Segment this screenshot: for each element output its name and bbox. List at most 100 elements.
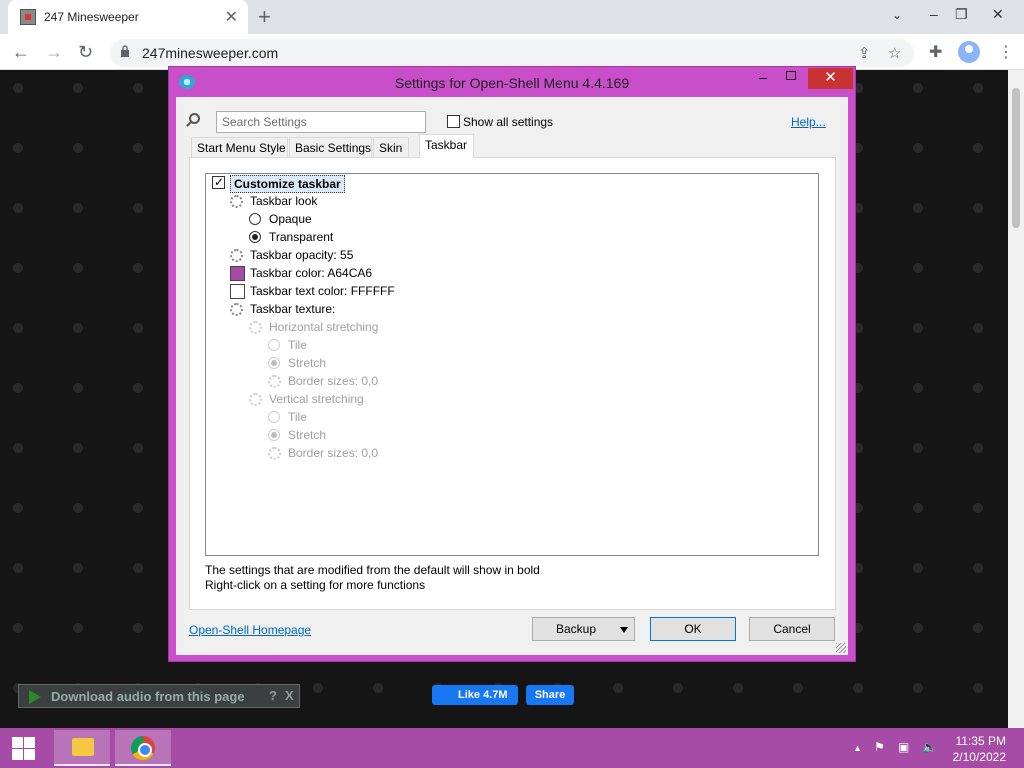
gear-icon [230,249,243,262]
clock-time: 11:35 PM [955,734,1006,748]
volume-muted-icon[interactable]: 🔈 [922,740,937,754]
horizontal-stretching-label: Horizontal stretching [269,320,379,334]
download-help-icon[interactable]: ? [269,688,277,703]
customize-taskbar-label: Customize taskbar [230,175,345,193]
window-minimize-icon[interactable]: – [930,6,938,22]
dialog-close-icon[interactable]: ✕ [808,68,853,89]
taskbar-color-swatch[interactable] [230,266,245,281]
windows-logo-icon [24,737,35,748]
windows-logo-icon [24,749,35,760]
window-restore-icon[interactable]: ❐ [955,6,968,23]
vertical-stretch-radio[interactable] [268,429,280,441]
vertical-border-sizes-label: Border sizes: 0,0 [288,446,379,460]
dropdown-arrow-icon [620,627,628,633]
horizontal-tile-radio[interactable] [268,339,280,351]
browser-toolbar: ← → ↻ 247minesweeper.com ⇪ ☆ ✚ ⋮ [0,34,1024,70]
back-arrow-icon[interactable]: ← [12,42,30,63]
taskbar-settings-panel: Customize taskbar Taskbar look Opaque Tr… [189,157,836,610]
bookmark-star-icon[interactable]: ☆ [888,44,901,62]
facebook-like-button[interactable]: Like 4.7M [432,685,518,705]
cancel-button[interactable]: Cancel [749,617,835,641]
tab-taskbar[interactable]: Taskbar [419,134,474,158]
settings-tree[interactable]: Customize taskbar Taskbar look Opaque Tr… [205,173,819,556]
transparent-radio[interactable] [249,231,261,243]
forward-arrow-icon[interactable]: → [45,42,63,63]
vertical-stretching-label: Vertical stretching [269,392,364,406]
network-icon[interactable]: ▣ [898,740,909,754]
taskbar-opacity-label: Taskbar opacity: 55 [250,248,354,262]
gear-icon [230,195,243,208]
taskbar-clock[interactable]: 11:35 PM 2/10/2022 [948,733,1006,765]
chrome-taskbar-button[interactable] [115,730,171,766]
address-bar[interactable]: 247minesweeper.com ⇪ ☆ [110,39,914,67]
vertical-stretch-label: Stretch [288,428,327,442]
customize-taskbar-checkbox[interactable] [212,174,225,190]
reload-icon[interactable]: ↻ [78,42,93,63]
taskbar-text-color-label: Taskbar text color: FFFFFF [250,284,395,298]
download-close-icon[interactable]: X [285,688,294,703]
horizontal-stretch-radio[interactable] [268,357,280,369]
backup-button[interactable]: Backup [532,617,635,641]
clock-date: 2/10/2022 [952,750,1006,764]
backup-button-label: Backup [555,622,597,636]
taskbar-color-label: Taskbar color: A64CA6 [250,266,373,280]
address-url: 247minesweeper.com [142,45,279,61]
play-icon [29,690,41,704]
chrome-icon [131,736,155,760]
tab-search-chevron-icon[interactable]: ⌄ [892,8,902,22]
help-link[interactable]: Help... [791,115,826,129]
windows-logo-icon [12,749,23,760]
browser-menu-icon[interactable]: ⋮ [998,42,1014,62]
modified-settings-note: The settings that are modified from the … [205,563,540,577]
tab-skin[interactable]: Skin [373,137,409,157]
horizontal-tile-label: Tile [288,338,307,352]
dialog-maximize-icon[interactable] [786,71,796,80]
right-click-note: Right-click on a setting for more functi… [205,578,426,592]
folder-icon [72,738,94,756]
share-icon[interactable]: ⇪ [858,44,871,62]
new-tab-icon[interactable]: + [258,4,271,30]
resize-grip-icon[interactable] [836,643,846,653]
file-explorer-taskbar-button[interactable] [54,730,110,766]
horizontal-border-sizes-label: Border sizes: 0,0 [288,374,379,388]
gear-icon [249,321,262,334]
download-audio-label: Download audio from this page [51,689,245,704]
dialog-client-area: Show all settings Help... Start Menu Sty… [176,97,848,655]
taskbar-look-label: Taskbar look [250,194,318,208]
browser-tab[interactable]: 247 Minesweeper ✕ [8,0,248,34]
scrollbar-thumb[interactable] [1012,88,1020,228]
transparent-label: Transparent [269,230,334,244]
gear-icon [268,375,281,388]
dialog-minimize-icon[interactable]: – [759,69,767,85]
tab-close-icon[interactable]: ✕ [225,7,238,27]
open-shell-homepage-link[interactable]: Open-Shell Homepage [189,623,311,637]
site-favicon-icon [20,9,36,25]
opaque-label: Opaque [269,212,312,226]
ok-button[interactable]: OK [650,617,736,641]
show-hidden-icons-chevron-icon[interactable]: ▲ [853,743,862,753]
dialog-title-bar[interactable]: Settings for Open-Shell Menu 4.4.169 – ✕ [169,67,855,97]
browser-tab-title: 247 Minesweeper [44,10,139,24]
download-audio-bar[interactable]: Download audio from this page ? X [18,684,300,708]
settings-dialog: Settings for Open-Shell Menu 4.4.169 – ✕… [168,66,856,662]
taskbar-text-color-swatch[interactable] [230,284,245,299]
window-close-icon[interactable]: ✕ [992,6,1004,23]
page-scrollbar[interactable] [1008,70,1024,728]
tab-start-menu-style[interactable]: Start Menu Style [191,137,288,157]
vertical-tile-radio[interactable] [268,411,280,423]
profile-avatar[interactable] [958,41,980,63]
opaque-radio[interactable] [249,213,261,225]
extensions-puzzle-icon[interactable]: ✚ [929,42,942,62]
facebook-share-button[interactable]: Share [526,685,574,705]
tab-basic-settings[interactable]: Basic Settings [289,137,372,157]
dialog-title: Settings for Open-Shell Menu 4.4.169 [394,75,630,91]
browser-tab-strip: 247 Minesweeper ✕ + ⌄ – ❐ ✕ [0,0,1024,34]
search-icon [189,113,200,124]
taskbar-texture-label: Taskbar texture: [250,302,336,316]
show-all-settings-checkbox[interactable] [447,115,460,128]
start-button[interactable] [0,728,46,768]
windows-logo-icon [12,737,23,748]
action-center-flag-icon[interactable]: ⚑ [874,740,885,754]
horizontal-stretch-label: Stretch [288,356,327,370]
search-settings-input[interactable] [216,111,426,133]
